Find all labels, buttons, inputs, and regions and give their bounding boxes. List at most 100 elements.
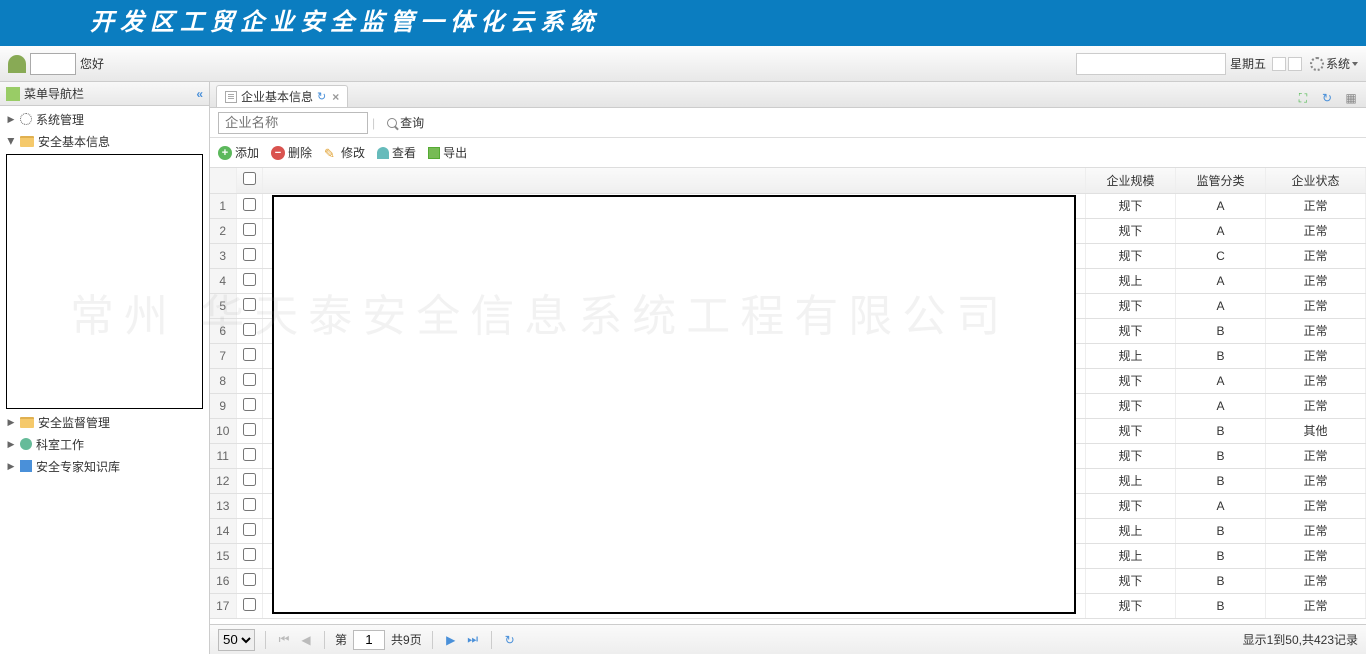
search-button[interactable]: 查询 bbox=[387, 114, 424, 131]
cell-category: B bbox=[1176, 418, 1266, 443]
cell-scale: 规下 bbox=[1086, 568, 1176, 593]
cell-status: 正常 bbox=[1266, 343, 1366, 368]
table-row[interactable]: 13规下A正常 bbox=[210, 493, 1366, 518]
gear-icon bbox=[1310, 57, 1324, 71]
row-checkbox[interactable] bbox=[243, 348, 256, 361]
table-row[interactable]: 17规下B正常 bbox=[210, 593, 1366, 618]
indicator-box-2 bbox=[1288, 57, 1302, 71]
add-button[interactable]: +添加 bbox=[218, 144, 259, 161]
table-row[interactable]: 8规下A正常 bbox=[210, 368, 1366, 393]
content-area: 企业基本信息 ↻ × ⛶ ↻ ▦ | 查询 +添加 −删除 修改 查看 导出 bbox=[210, 82, 1366, 654]
collapse-icon[interactable]: « bbox=[196, 87, 203, 101]
select-all-checkbox[interactable] bbox=[243, 172, 256, 185]
export-button[interactable]: 导出 bbox=[428, 144, 467, 161]
row-checkbox[interactable] bbox=[243, 248, 256, 261]
table-row[interactable]: 2规下A正常 bbox=[210, 218, 1366, 243]
cell-category: A bbox=[1176, 193, 1266, 218]
row-checkbox[interactable] bbox=[243, 198, 256, 211]
cell-scale: 规下 bbox=[1086, 418, 1176, 443]
row-checkbox[interactable] bbox=[243, 398, 256, 411]
folder-icon bbox=[20, 417, 34, 428]
row-checkbox[interactable] bbox=[243, 373, 256, 386]
cell-category: B bbox=[1176, 568, 1266, 593]
tree-node-safety-basic[interactable]: ▶ 安全基本信息 bbox=[0, 130, 209, 152]
reload-icon[interactable]: ↻ bbox=[1318, 89, 1336, 107]
tab-strip: 企业基本信息 ↻ × ⛶ ↻ ▦ bbox=[210, 82, 1366, 108]
row-checkbox[interactable] bbox=[243, 273, 256, 286]
cell-status: 正常 bbox=[1266, 243, 1366, 268]
table-row[interactable]: 16规下B正常 bbox=[210, 568, 1366, 593]
cell-checkbox bbox=[236, 493, 262, 518]
page-size-select[interactable]: 50 bbox=[218, 629, 255, 651]
table-row[interactable]: 11规下B正常 bbox=[210, 443, 1366, 468]
tree-node-supervision[interactable]: ▶ 安全监督管理 bbox=[0, 411, 209, 433]
table-row[interactable]: 10规下B其他 bbox=[210, 418, 1366, 443]
cell-scale: 规下 bbox=[1086, 293, 1176, 318]
cell-rownum: 17 bbox=[210, 593, 236, 618]
row-checkbox[interactable] bbox=[243, 598, 256, 611]
grid-icon[interactable]: ▦ bbox=[1342, 89, 1360, 107]
table-row[interactable]: 7规上B正常 bbox=[210, 343, 1366, 368]
col-status[interactable]: 企业状态 bbox=[1266, 168, 1366, 193]
page-input[interactable] bbox=[353, 630, 385, 650]
greeting-text: 您好 bbox=[80, 55, 104, 72]
table-row[interactable]: 14规上B正常 bbox=[210, 518, 1366, 543]
pencil-icon bbox=[324, 146, 338, 160]
tab-company-info[interactable]: 企业基本信息 ↻ × bbox=[216, 85, 348, 107]
table-row[interactable]: 9规下A正常 bbox=[210, 393, 1366, 418]
cell-rownum: 14 bbox=[210, 518, 236, 543]
cell-status: 正常 bbox=[1266, 218, 1366, 243]
grid-container[interactable]: 企业规模 监管分类 企业状态 1规下A正常2规下A正常3规下C正常4规上A正常5… bbox=[210, 168, 1366, 624]
row-checkbox[interactable] bbox=[243, 473, 256, 486]
close-icon[interactable]: × bbox=[332, 90, 339, 104]
view-button[interactable]: 查看 bbox=[377, 144, 416, 161]
cell-scale: 规下 bbox=[1086, 193, 1176, 218]
edit-button[interactable]: 修改 bbox=[324, 144, 365, 161]
table-row[interactable]: 5规下A正常 bbox=[210, 293, 1366, 318]
tree-node-expert[interactable]: ▶ 安全专家知识库 bbox=[0, 455, 209, 477]
minus-icon: − bbox=[271, 146, 285, 160]
next-page-button[interactable]: ▶ bbox=[443, 632, 459, 648]
indicator-box-1 bbox=[1272, 57, 1286, 71]
row-checkbox[interactable] bbox=[243, 573, 256, 586]
search-input[interactable] bbox=[218, 112, 368, 134]
prev-page-button[interactable]: ◀ bbox=[298, 632, 314, 648]
table-row[interactable]: 15规上B正常 bbox=[210, 543, 1366, 568]
row-checkbox[interactable] bbox=[243, 548, 256, 561]
system-menu-button[interactable]: 系统 bbox=[1310, 55, 1358, 72]
tree-node-dept[interactable]: ▶ 科室工作 bbox=[0, 433, 209, 455]
nav-icon bbox=[6, 87, 20, 101]
cell-main bbox=[262, 393, 1086, 418]
arrow-icon: ▶ bbox=[6, 136, 17, 146]
table-row[interactable]: 12规上B正常 bbox=[210, 468, 1366, 493]
table-row[interactable]: 6规下B正常 bbox=[210, 318, 1366, 343]
cell-main bbox=[262, 318, 1086, 343]
refresh-icon[interactable]: ↻ bbox=[317, 90, 326, 103]
weekday-label: 星期五 bbox=[1230, 55, 1266, 72]
row-checkbox[interactable] bbox=[243, 523, 256, 536]
delete-button[interactable]: −删除 bbox=[271, 144, 312, 161]
book-icon bbox=[20, 460, 32, 472]
row-checkbox[interactable] bbox=[243, 223, 256, 236]
tree-node-system[interactable]: ▶ 系统管理 bbox=[0, 108, 209, 130]
cell-checkbox bbox=[236, 218, 262, 243]
table-row[interactable]: 3规下C正常 bbox=[210, 243, 1366, 268]
cell-rownum: 13 bbox=[210, 493, 236, 518]
cell-scale: 规上 bbox=[1086, 518, 1176, 543]
row-checkbox[interactable] bbox=[243, 423, 256, 436]
tree-subpanel bbox=[6, 154, 203, 409]
row-checkbox[interactable] bbox=[243, 323, 256, 336]
expand-icon[interactable]: ⛶ bbox=[1294, 89, 1312, 107]
row-checkbox[interactable] bbox=[243, 498, 256, 511]
first-page-button[interactable]: ⏮ bbox=[276, 632, 292, 648]
cell-checkbox bbox=[236, 243, 262, 268]
refresh-button[interactable]: ↻ bbox=[502, 632, 518, 648]
row-checkbox[interactable] bbox=[243, 448, 256, 461]
row-checkbox[interactable] bbox=[243, 298, 256, 311]
col-scale[interactable]: 企业规模 bbox=[1086, 168, 1176, 193]
last-page-button[interactable]: ⏭ bbox=[465, 632, 481, 648]
col-category[interactable]: 监管分类 bbox=[1176, 168, 1266, 193]
cell-status: 正常 bbox=[1266, 593, 1366, 618]
table-row[interactable]: 1规下A正常 bbox=[210, 193, 1366, 218]
table-row[interactable]: 4规上A正常 bbox=[210, 268, 1366, 293]
